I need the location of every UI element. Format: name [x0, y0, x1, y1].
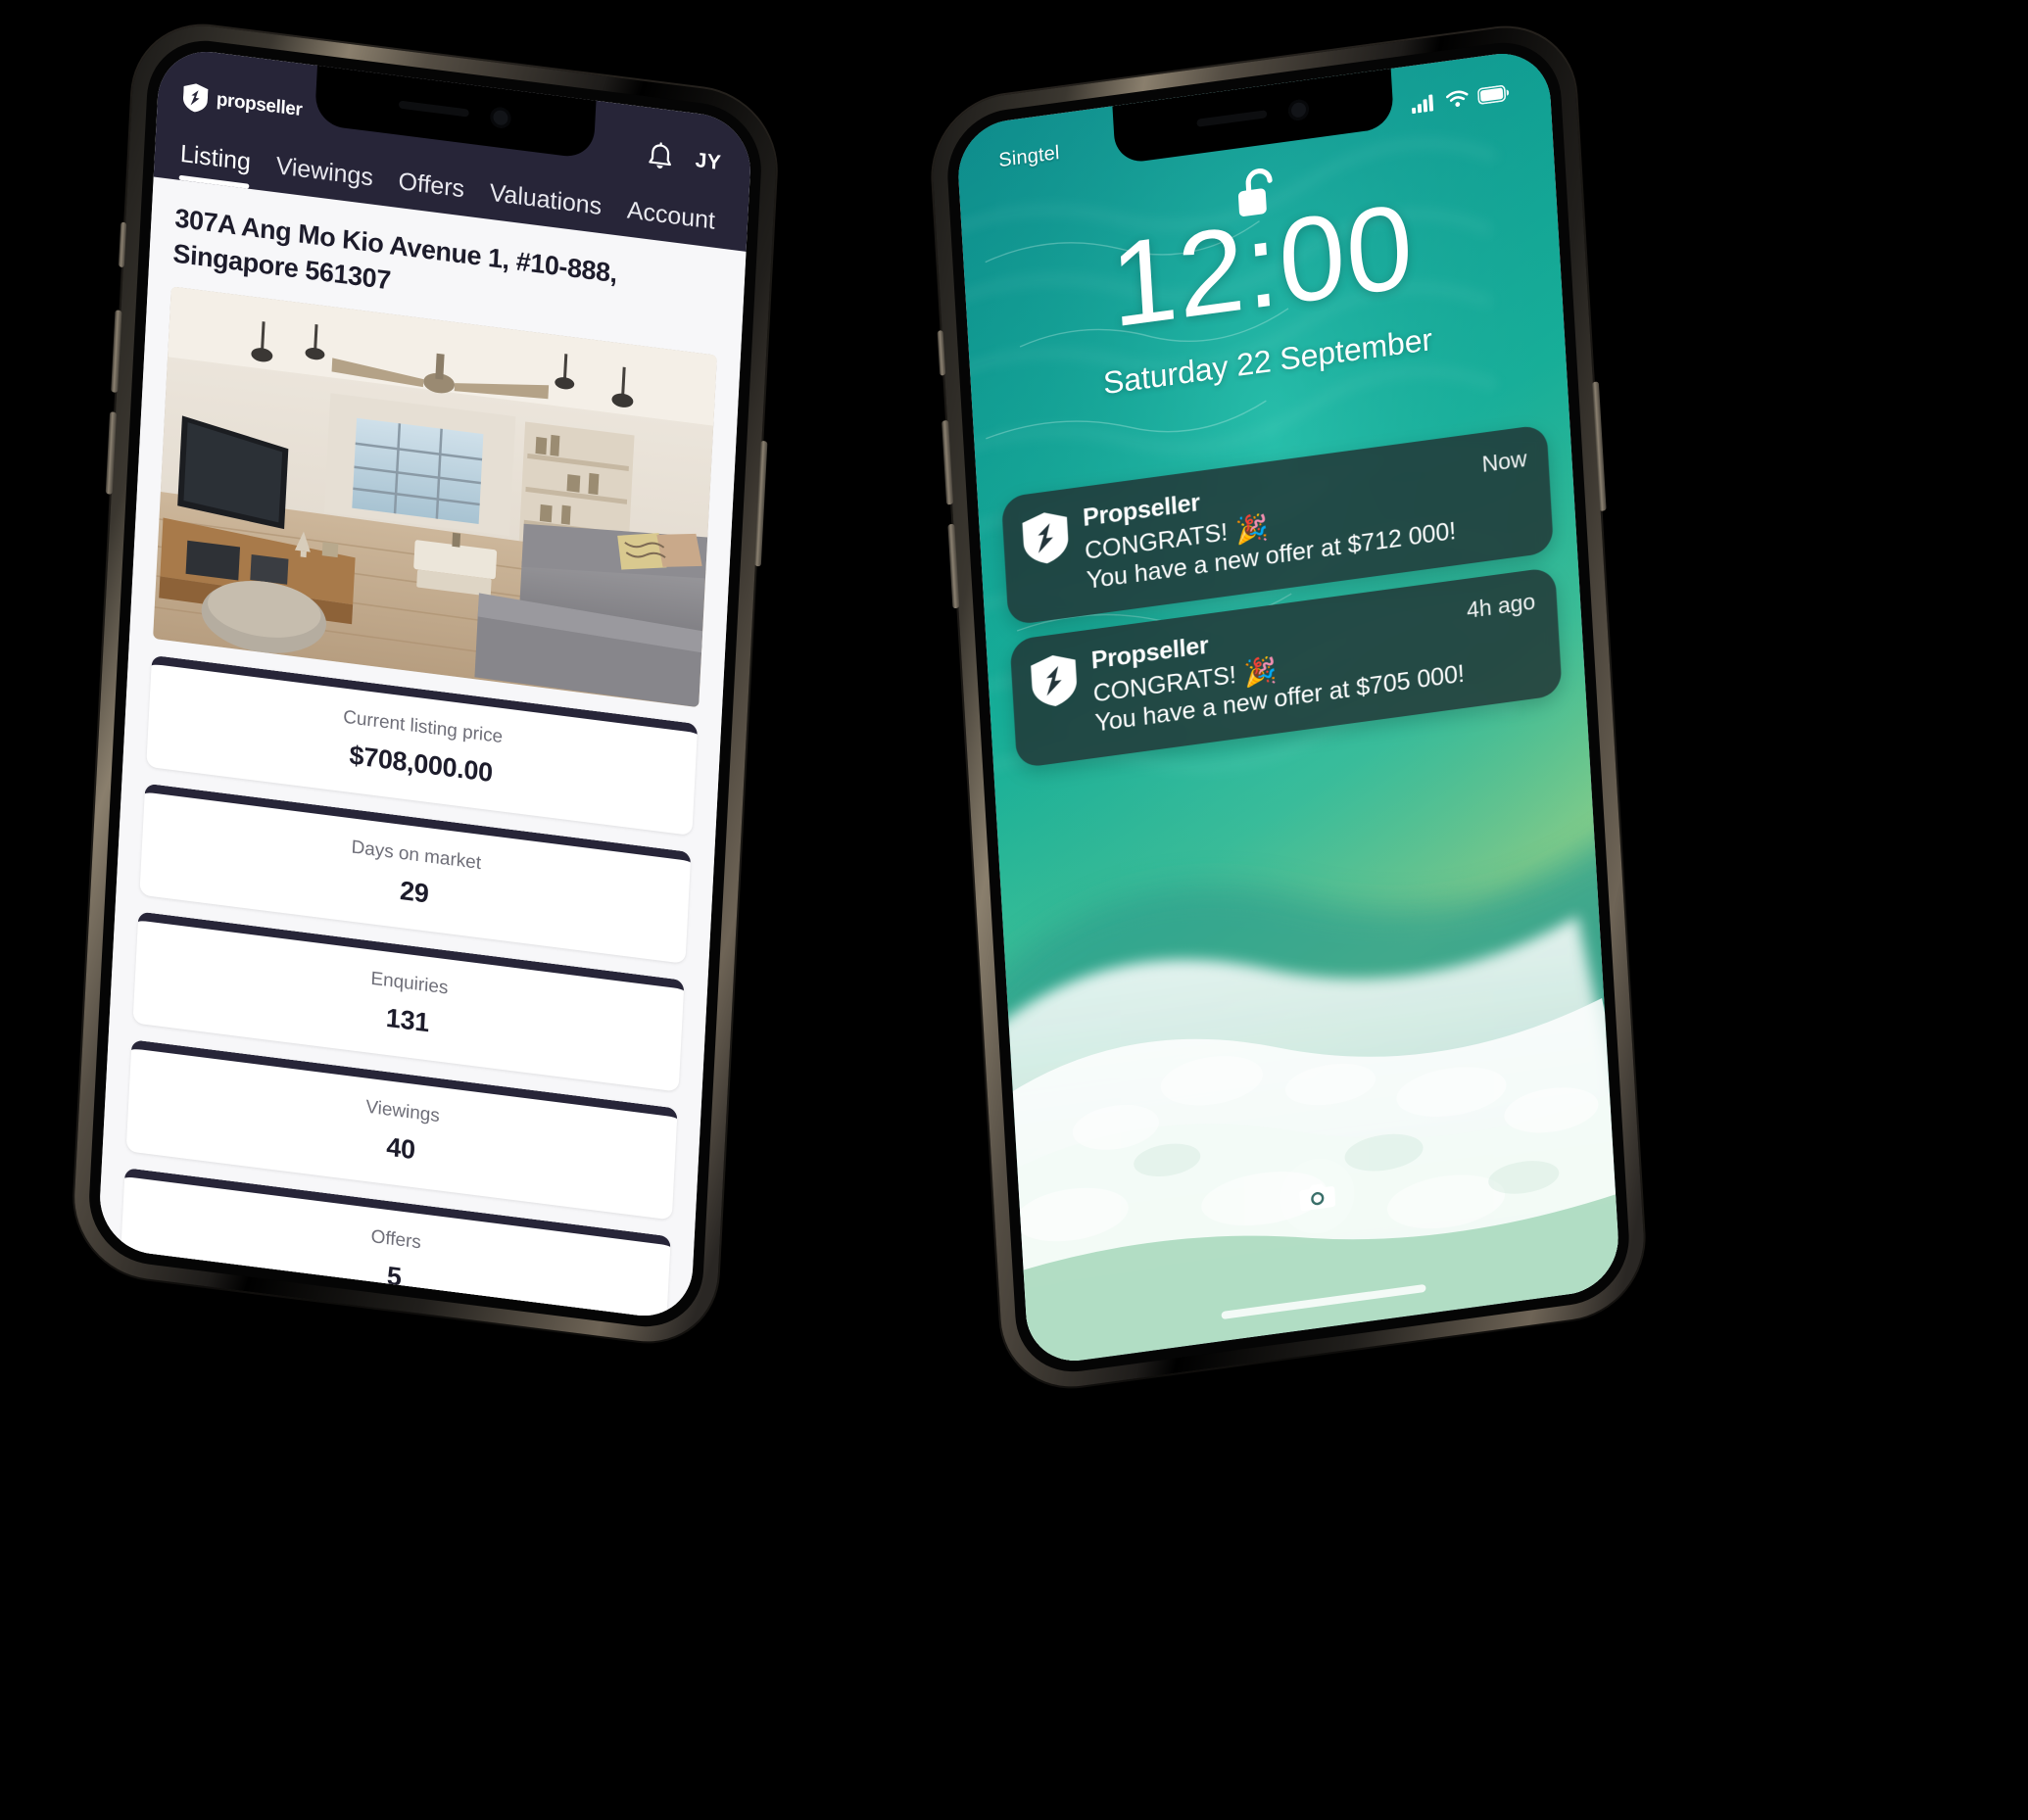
propseller-shield-icon	[182, 81, 209, 113]
phone-frame: Singtel 12:00 Saturday 22 September Prop…	[928, 18, 1649, 1397]
brand-name: propseller	[216, 89, 303, 121]
notification-bell-icon[interactable]	[647, 140, 674, 171]
mockup-stage: propseller JY Listing Viewings Offers Va…	[0, 0, 2028, 1820]
phone-bezel: propseller JY Listing Viewings Offers Va…	[85, 33, 765, 1334]
listing-detail-page: 307A Ang Mo Kio Avenue 1, #10-888, Singa…	[97, 176, 747, 1322]
ios-lock-screen: Singtel 12:00 Saturday 22 September Prop…	[955, 47, 1621, 1367]
living-room-photo[interactable]	[153, 286, 717, 708]
left-phone-screen: propseller JY Listing Viewings Offers Va…	[97, 45, 753, 1322]
camera-icon	[1298, 1178, 1337, 1215]
mute-switch[interactable]	[937, 329, 946, 376]
propseller-shield-icon	[1031, 652, 1079, 709]
earpiece-speaker	[399, 100, 470, 118]
notification-timestamp: 4h ago	[1466, 588, 1536, 623]
phone-frame: propseller JY Listing Viewings Offers Va…	[71, 17, 780, 1351]
avatar[interactable]: JY	[695, 149, 722, 175]
mute-switch[interactable]	[118, 221, 127, 268]
volume-down-button[interactable]	[105, 411, 118, 495]
front-camera	[1287, 97, 1310, 121]
cellular-signal-icon	[1411, 93, 1437, 115]
earpiece-speaker	[1196, 110, 1268, 127]
battery-icon	[1477, 83, 1510, 104]
left-phone-mockup: propseller JY Listing Viewings Offers Va…	[71, 17, 780, 1351]
front-camera	[490, 105, 512, 129]
carrier-label: Singtel	[997, 141, 1061, 171]
party-popper-icon: 🎉	[1234, 511, 1270, 547]
volume-down-button[interactable]	[947, 523, 960, 609]
notification-timestamp: Now	[1480, 445, 1528, 477]
status-icon-group	[1411, 83, 1510, 115]
volume-up-button[interactable]	[111, 310, 122, 394]
party-popper-icon: 🎉	[1242, 654, 1278, 689]
wifi-icon	[1445, 88, 1470, 109]
right-phone-screen: Singtel 12:00 Saturday 22 September Prop…	[955, 47, 1621, 1367]
power-button[interactable]	[1591, 381, 1607, 512]
right-phone-mockup: Singtel 12:00 Saturday 22 September Prop…	[928, 18, 1649, 1397]
phone-bezel: Singtel 12:00 Saturday 22 September Prop…	[943, 34, 1633, 1380]
volume-up-button[interactable]	[942, 419, 954, 505]
tab-offers[interactable]: Offers	[397, 168, 465, 216]
power-button[interactable]	[753, 440, 768, 567]
propseller-shield-icon	[1022, 509, 1070, 566]
